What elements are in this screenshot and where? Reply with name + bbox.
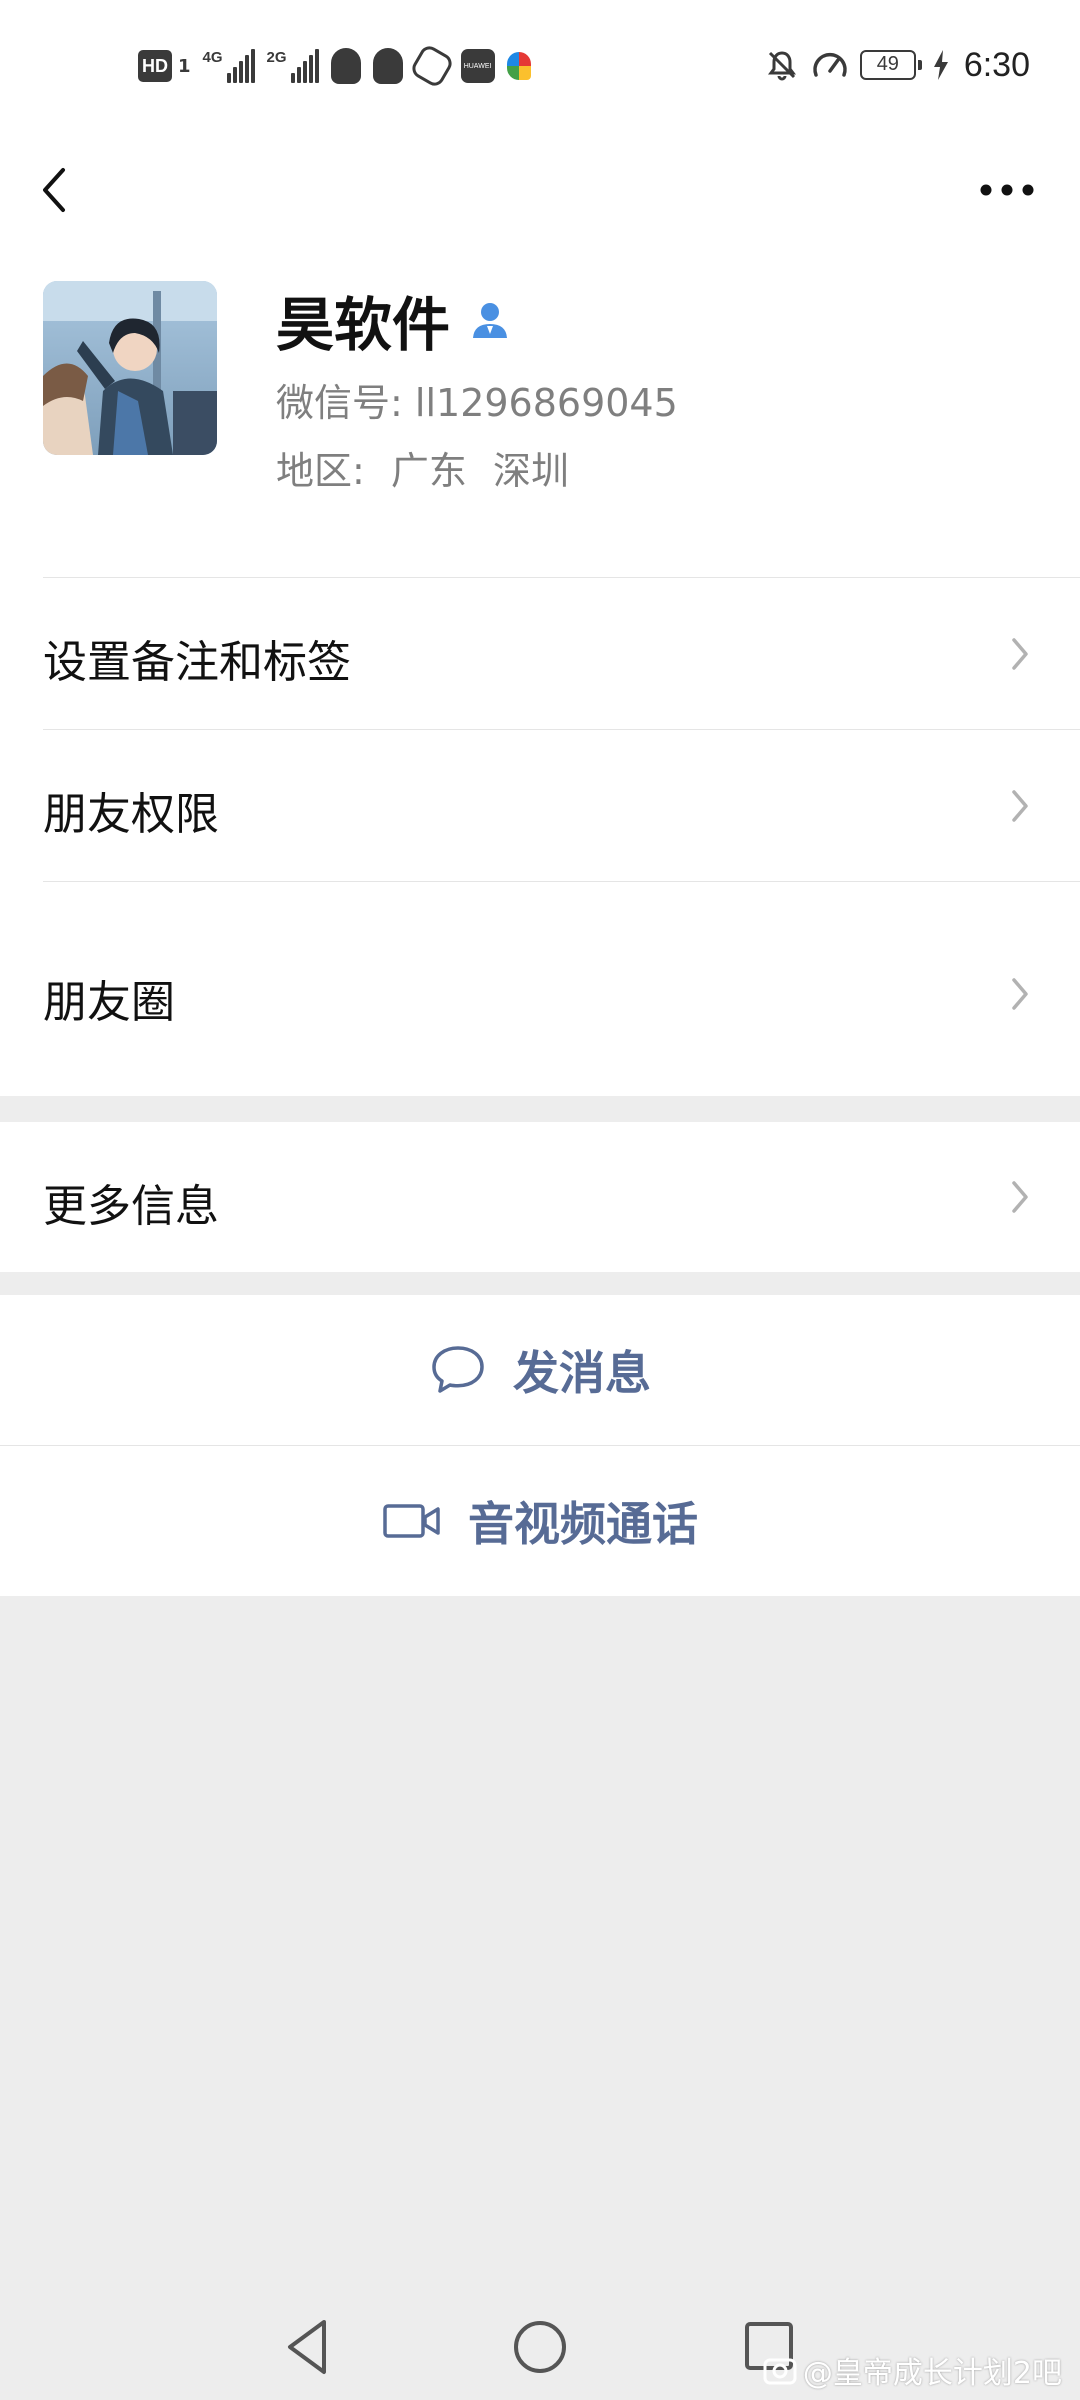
signal-4g-label: 4G: [202, 49, 223, 66]
signal-2g-icon: 2G: [267, 49, 319, 83]
nav-back-triangle-icon[interactable]: [274, 2312, 344, 2382]
menu-item-label: 朋友权限: [43, 789, 219, 840]
send-message-button[interactable]: 发消息: [0, 1295, 1080, 1445]
chevron-right-icon: [1012, 638, 1028, 670]
signal-2g-label: 2G: [266, 49, 287, 66]
chat-bubble-icon: [432, 1346, 484, 1393]
clock: 6:30: [963, 45, 1030, 84]
send-message-label: 发消息: [513, 1346, 651, 1400]
qq-icon: [372, 48, 403, 84]
wechat-id-value: ll1296869045: [414, 381, 678, 425]
more-options-button[interactable]: [954, 148, 1054, 228]
video-call-button[interactable]: 音视频通话: [0, 1446, 1080, 1596]
status-bar-left: HD 1 4G 2G HUAWEI: [138, 42, 531, 90]
region-city: 深圳: [493, 449, 570, 493]
qq-icon: [330, 48, 361, 84]
video-call-label: 音视频通话: [468, 1497, 698, 1551]
name-row: 昊软件: [276, 282, 512, 359]
avatar-image: [43, 281, 217, 455]
person-contact-icon: [473, 303, 508, 338]
top-nav: [0, 130, 1080, 250]
watermark: @皇帝成长计划2吧: [763, 2348, 1062, 2392]
video-camera-icon: [383, 1504, 440, 1538]
color-app-icon: [506, 52, 531, 80]
hd-icon: HD: [138, 50, 172, 82]
camera-icon: [763, 2358, 797, 2385]
hand-hexagon-icon: [408, 42, 455, 90]
status-bar: HD 1 4G 2G HUAWEI 49 6:30: [0, 0, 1080, 130]
region-province: 广东: [390, 449, 467, 493]
back-button[interactable]: [30, 148, 110, 228]
menu-item-friend-permissions[interactable]: 朋友权限: [0, 730, 1080, 882]
menu-item-remark-tags[interactable]: 设置备注和标签: [0, 578, 1080, 730]
chevron-right-icon: [1012, 790, 1028, 822]
chevron-right-icon: [1012, 1181, 1028, 1213]
region-row: 地区: 广东 深圳: [276, 440, 569, 495]
wechat-id-row: 微信号: ll1296869045: [276, 372, 678, 427]
contact-name: 昊软件: [276, 291, 451, 359]
menu-item-more-info[interactable]: 更多信息: [0, 1122, 1080, 1272]
profile-card: 昊软件 微信号: ll1296869045 地区: 广东 深圳: [0, 250, 1080, 578]
chevron-left-icon: [43, 168, 65, 212]
menu-item-moments[interactable]: 朋友圈: [0, 882, 1080, 1096]
more-dots-icon: [980, 184, 1034, 196]
sim1-icon: 1: [178, 55, 191, 77]
speedometer-icon: [813, 52, 847, 77]
avatar[interactable]: [43, 281, 217, 455]
chevron-right-icon: [1012, 978, 1028, 1010]
huawei-app-icon: HUAWEI: [460, 49, 495, 83]
mute-bell-icon: [767, 51, 796, 81]
menu-item-label: 朋友圈: [43, 977, 175, 1028]
menu-item-label: 更多信息: [43, 1181, 219, 1232]
region-label: 地区:: [276, 449, 365, 493]
wechat-id-label: 微信号:: [276, 381, 403, 425]
watermark-text: @皇帝成长计划2吧: [802, 2356, 1062, 2391]
battery-icon: 49: [859, 50, 922, 80]
nav-home-circle-icon[interactable]: [505, 2312, 575, 2382]
menu-item-label: 设置备注和标签: [43, 637, 351, 688]
charging-bolt-icon: [933, 50, 948, 80]
status-bar-right: 49 6:30: [764, 40, 1030, 90]
signal-4g-icon: 4G: [203, 49, 255, 83]
